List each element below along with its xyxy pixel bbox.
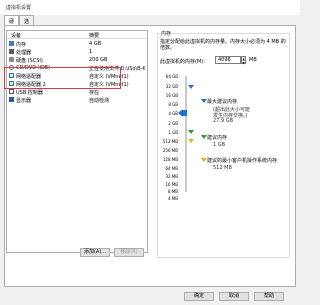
- device-summary: 存在: [89, 90, 100, 96]
- scale-label: 32 GB: [165, 84, 178, 89]
- summary-column-header[interactable]: 摘要: [89, 32, 99, 39]
- scale-label: 8 MB: [167, 189, 178, 194]
- device-name: 显示器: [16, 98, 32, 104]
- scale-label: 64 MB: [165, 166, 178, 171]
- memory-spinner[interactable]: ▲ ▼: [241, 56, 246, 65]
- scale-label: 512 MB: [162, 139, 178, 144]
- device-row-memory[interactable]: 内存 4 GB: [7, 40, 147, 48]
- device-row-display[interactable]: 显示器 自动检测: [7, 96, 147, 104]
- memory-unit: MB: [249, 57, 257, 63]
- memory-slider-track[interactable]: [185, 76, 187, 192]
- legend-title: 建议的最小客户机操作系统内存: [207, 158, 278, 164]
- device-name: USB 控制器: [16, 90, 43, 96]
- scale-label: 2 GB: [168, 121, 178, 126]
- scale-label: 16 GB: [165, 93, 178, 98]
- device-row-hard-disk[interactable]: 硬盘 (SCSI) 200 GB: [7, 56, 147, 64]
- scale-label: 8 GB: [168, 102, 178, 107]
- display-icon: [9, 97, 14, 102]
- device-summary: 自动检测: [89, 98, 110, 104]
- device-name: 内存: [16, 42, 27, 48]
- memory-size-input[interactable]: 4096: [215, 56, 241, 64]
- device-list-header: 设备 摘要: [7, 31, 147, 39]
- memory-group-title: 内存: [160, 30, 173, 37]
- scale-label: 1 GB: [168, 130, 178, 135]
- hard-disk-icon: [9, 57, 14, 62]
- device-column-header[interactable]: 设备: [11, 32, 21, 39]
- device-list: 设备 摘要 内存 4 GB 处理器 1 硬盘 (SCSI) 200 GB CD/…: [6, 30, 148, 253]
- device-summary: 4 GB: [89, 41, 102, 47]
- scale-label: 16 MB: [165, 182, 178, 187]
- scale-label: 4 MB: [167, 196, 178, 201]
- device-name: 处理器: [16, 50, 32, 56]
- add-device-button[interactable]: 添加(A)...: [80, 248, 110, 257]
- legend-sub: 1 GB: [213, 142, 226, 148]
- spin-down-icon[interactable]: ▼: [242, 61, 245, 65]
- recommended-marker: [188, 130, 194, 134]
- memory-description: 指定分配给此虚拟机的内存量。内存大小必须为 4 MB 的倍数。: [160, 39, 286, 51]
- legend-sub: 512 MB: [213, 165, 232, 171]
- ok-button[interactable]: 确定: [184, 292, 214, 301]
- max-recommended-marker: [188, 85, 194, 89]
- device-summary: 1: [89, 49, 93, 55]
- help-button[interactable]: 帮助: [254, 292, 284, 301]
- device-summary: 200 GB: [89, 57, 108, 63]
- legend-title: 最大建议内存: [207, 99, 238, 105]
- scale-label: 32 MB: [165, 174, 178, 179]
- min-recommended-marker: [188, 139, 194, 143]
- device-row-processor[interactable]: 处理器 1: [7, 48, 147, 56]
- usb-controller-icon: [9, 89, 14, 94]
- scale-label: 256 MB: [162, 148, 178, 153]
- memory-icon: [9, 41, 14, 46]
- cancel-button[interactable]: 取消: [219, 292, 249, 301]
- window-title: 虚拟机设置: [6, 5, 32, 11]
- legend-title: 建议内存: [207, 135, 228, 141]
- scale-label: 4 GB: [168, 111, 178, 116]
- title-bar: 虚拟机设置: [0, 0, 300, 15]
- scale-label: 64 GB: [165, 74, 178, 79]
- processor-icon: [9, 49, 14, 54]
- device-row-usb-controller[interactable]: USB 控制器 存在: [7, 88, 147, 96]
- tab-options[interactable]: 选项: [19, 15, 35, 32]
- remove-device-button[interactable]: 移除(R): [114, 248, 144, 257]
- scale-label: 128 MB: [162, 157, 178, 162]
- network-adapters-highlight: [4, 67, 121, 89]
- legend-sub: 27.9 GB: [213, 118, 234, 124]
- device-name: 硬盘 (SCSI): [16, 58, 43, 64]
- tab-hardware[interactable]: 硬件: [4, 15, 20, 32]
- memory-field-label: 此虚拟机的内存(M):: [160, 59, 205, 65]
